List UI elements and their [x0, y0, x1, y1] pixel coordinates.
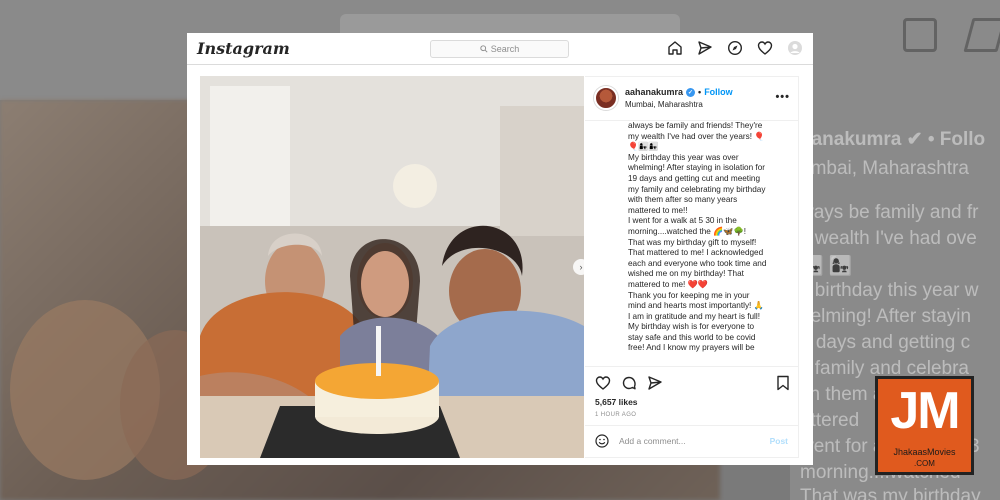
follow-button[interactable]: Follow	[704, 87, 733, 97]
top-nav: Instagram Search	[187, 33, 813, 65]
caption-line: always be family and friends! They're	[628, 121, 763, 130]
username-link[interactable]: aahanakumra	[625, 87, 683, 97]
post-comment-button[interactable]: Post	[770, 436, 788, 446]
post-photo[interactable]: ›	[200, 76, 584, 458]
caption-line: morning....watched the 🌈🦋🌳!	[628, 226, 746, 236]
caption-line: mind and hearts most importantly! 🙏	[628, 301, 764, 311]
caption-line: my family and celebrating my birthday	[628, 184, 766, 194]
instagram-window: Instagram Search › aahanakumra ✓ • Follo…	[187, 33, 813, 465]
caption-line: I went for a walk at 5 30 in the	[628, 216, 737, 226]
search-input[interactable]: Search	[430, 40, 569, 58]
caption-line: each and everyone who took time and	[628, 258, 767, 268]
caption-line: with them after so many years	[628, 195, 738, 205]
explore-compass-icon[interactable]	[727, 40, 743, 56]
watermark-name: JhakaasMovies	[893, 447, 956, 457]
watermark-suffix: .COM	[914, 459, 935, 468]
nav-icons	[667, 40, 803, 56]
emoji-icon[interactable]	[595, 434, 609, 448]
caption-line: wished me on my birthday! That	[628, 269, 744, 279]
heart-icon[interactable]	[757, 40, 773, 56]
carousel-next-button[interactable]: ›	[573, 259, 584, 275]
comment-icon[interactable]	[621, 375, 637, 391]
post-actions: 5,657 likes 1 HOUR AGO Add a comment... …	[585, 366, 798, 456]
caption-line: my wealth I've had over the years! 🎈	[628, 131, 765, 141]
caption-line: stay safe and this world to be covid	[628, 332, 756, 342]
like-heart-icon[interactable]	[595, 375, 611, 391]
caption-line: That mattered to me! I acknowledged	[628, 248, 764, 258]
caption-line: My birthday wish is for everyone to	[628, 322, 755, 332]
caption-line: whelming! After staying in isolation for	[628, 163, 765, 173]
comment-box: Add a comment... Post	[585, 425, 798, 455]
bookmark-icon	[777, 375, 789, 391]
more-options-icon[interactable]: •••	[775, 91, 790, 103]
chevron-right-icon: ›	[579, 262, 583, 272]
caption-line: That was my birthday gift to myself!	[628, 237, 757, 247]
background-text: y birthday this year w	[800, 280, 979, 301]
background-text: hanakumra ✔ • Follo	[800, 129, 986, 150]
caption-line: 🎈👩‍👧👩‍👧	[628, 142, 659, 152]
search-icon	[480, 45, 488, 53]
action-icons	[595, 375, 663, 391]
post-header: aahanakumra ✓ • Follow Mumbai, Maharasht…	[585, 77, 798, 121]
likes-count[interactable]: 5,657 likes	[595, 397, 638, 407]
background-text: 9 days and getting c	[800, 332, 971, 353]
background-text: y wealth I've had ove	[800, 228, 977, 249]
verified-badge-icon: ✓	[686, 87, 696, 97]
birthday-photo-image	[200, 76, 584, 458]
location-link[interactable]: Mumbai, Maharashtra	[625, 100, 703, 109]
avatar[interactable]	[594, 86, 618, 110]
caption-line: Thank you for keeping me in your	[628, 290, 750, 300]
caption-line: mattered to me!!	[628, 205, 688, 215]
direct-message-icon[interactable]	[697, 40, 713, 56]
profile-avatar-icon[interactable]	[787, 40, 803, 56]
watermark-letters: JM	[890, 382, 960, 440]
separator-dot: •	[698, 87, 702, 97]
background-text: helming! After stayin	[800, 306, 972, 327]
background-text: That was my birthday	[800, 486, 981, 500]
post-timestamp[interactable]: 1 HOUR AGO	[595, 412, 636, 418]
caption-line: I am in gratitude and my heart is full!	[628, 311, 760, 321]
post-caption: always be family and friends! They're my…	[628, 121, 793, 365]
share-icon[interactable]	[647, 375, 663, 391]
background-home-icon	[903, 18, 937, 52]
comment-input[interactable]: Add a comment...	[619, 436, 686, 446]
post-author: aahanakumra ✓ • Follow	[625, 87, 733, 97]
bookmark-button[interactable]	[776, 375, 790, 396]
caption-line: 19 days and getting cut and meeting	[628, 173, 761, 183]
home-icon[interactable]	[667, 40, 683, 56]
instagram-logo[interactable]: Instagram	[197, 39, 290, 58]
background-text: umbai, Maharashtra	[800, 158, 969, 179]
caption-line: My birthday this year was over	[628, 152, 739, 162]
post-sidebar: aahanakumra ✓ • Follow Mumbai, Maharasht…	[585, 76, 799, 458]
jhakaasmovies-logo: JM JhakaasMovies .COM	[875, 376, 974, 475]
caption-line: free! And I know my prayers will be	[628, 343, 755, 353]
search-placeholder: Search	[490, 44, 520, 54]
background-text: ways be family and fr	[800, 202, 979, 223]
caption-line: mattered to me! ❤️❤️	[628, 279, 709, 289]
